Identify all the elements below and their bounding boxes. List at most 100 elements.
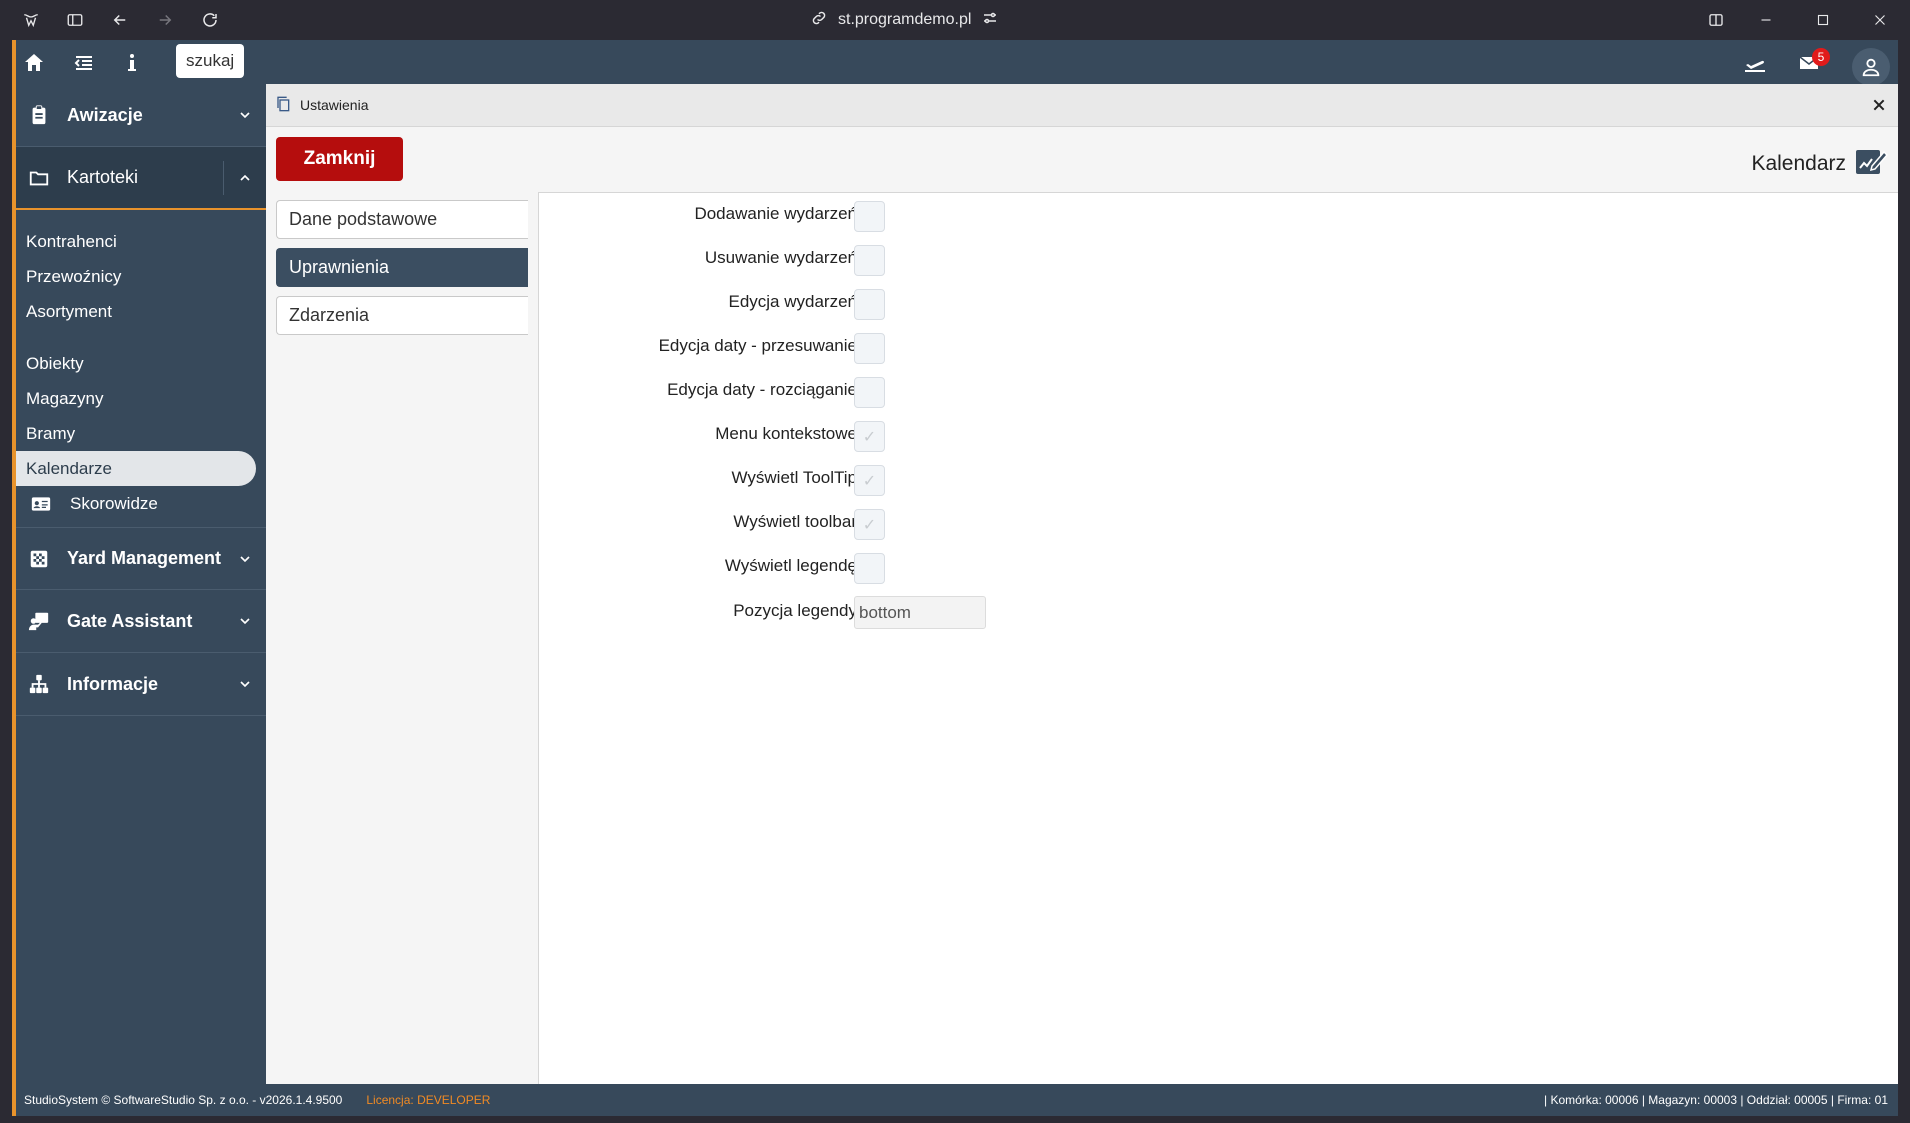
close-icon[interactable] [1868, 94, 1890, 116]
legend-position-field[interactable] [854, 596, 986, 629]
menu-collapse-icon[interactable] [71, 50, 97, 76]
flight-departure-icon[interactable] [1742, 50, 1768, 76]
chevron-down-icon[interactable] [234, 104, 256, 126]
panel-title: Ustawienia [300, 97, 369, 113]
folder-icon [26, 165, 52, 191]
site-settings-icon[interactable] [981, 9, 999, 32]
dodawanie-checkbox[interactable] [854, 201, 885, 232]
mail-icon[interactable]: 5 [1796, 48, 1830, 76]
sidebar-item-bramy[interactable]: Bramy [16, 416, 266, 451]
split-view-icon[interactable] [1704, 8, 1728, 32]
minimize-icon[interactable] [1754, 8, 1778, 32]
home-icon[interactable] [21, 50, 47, 76]
menu-checkbox[interactable]: ✓ [854, 421, 885, 452]
sidebar-section-gate-assistant[interactable]: Gate Assistant [16, 590, 266, 653]
chevron-down-icon[interactable] [234, 610, 256, 632]
info-icon[interactable] [119, 50, 145, 76]
toolbar-checkbox[interactable]: ✓ [854, 509, 885, 540]
field-label: Menu kontekstowe [715, 424, 857, 443]
entity-title-text: Kalendarz [1751, 152, 1846, 175]
form-row: Edycja daty - przesuwanie [539, 329, 1019, 364]
edycja-checkbox[interactable] [854, 289, 885, 320]
sidebar-item-przewoznicy[interactable]: Przewoźnicy [16, 259, 266, 294]
przesuwanie-checkbox[interactable] [854, 333, 885, 364]
address-bar[interactable]: st.programdemo.pl [810, 8, 999, 32]
user-avatar[interactable] [1852, 48, 1890, 86]
browser-logo-icon[interactable] [19, 8, 43, 32]
maximize-icon[interactable] [1811, 8, 1835, 32]
documents-icon [276, 96, 294, 114]
sidebar-section-label: Yard Management [67, 548, 222, 568]
tab-zdarzenia[interactable]: Zdarzenia [276, 296, 528, 335]
field-label: Wyświetl toolbar [733, 512, 857, 531]
field-label: Usuwanie wydarzeń [704, 248, 857, 267]
panel-header: Ustawienia [266, 84, 1898, 127]
window-close-icon[interactable] [1868, 8, 1892, 32]
sidebar-section-yard-management[interactable]: Yard Management [16, 527, 266, 590]
field-label: Dodawanie wydarzeń [694, 204, 857, 223]
field-label: Edycja wydarzeń [728, 292, 857, 311]
calendar-edit-icon [1854, 144, 1889, 184]
close-button[interactable]: Zamknij [276, 137, 403, 181]
tab-dane-podstawowe[interactable]: Dane podstawowe [276, 200, 528, 239]
sidebar-section-informacje[interactable]: Informacje [16, 653, 266, 716]
sidebar-section-label: Informacje [67, 673, 159, 694]
reload-icon[interactable] [198, 8, 222, 32]
mail-count-badge: 5 [1812, 48, 1830, 66]
sitemap-icon [26, 671, 52, 697]
rozciaganie-checkbox[interactable] [854, 377, 885, 408]
form-row: Pozycja legendy [539, 593, 1019, 629]
sidebar-section-kartoteki[interactable]: Kartoteki [16, 147, 266, 210]
chevron-down-icon[interactable] [234, 548, 256, 570]
sidebar-section-label: Awizacje [67, 104, 143, 125]
url-text: st.programdemo.pl [838, 11, 972, 28]
sidebar-item-kontrahenci[interactable]: Kontrahenci [16, 224, 266, 259]
license-label-text: Licencja: [366, 1093, 414, 1107]
search-button[interactable]: szukaj [176, 44, 245, 78]
form-row: Wyświetl ToolTip ✓ [539, 461, 1019, 496]
checkered-grid-icon [26, 546, 52, 572]
id-card-icon [28, 493, 54, 515]
chevron-up-icon[interactable] [234, 167, 256, 189]
field-label: Wyświetl ToolTip [731, 468, 858, 487]
sidebar-item-obiekty[interactable]: Obiekty [16, 346, 266, 381]
usuwanie-checkbox[interactable] [854, 245, 885, 276]
browser-toolbar: st.programdemo.pl [0, 0, 1910, 40]
license-value: DEVELOPER [417, 1093, 491, 1107]
sidebar-item-magazyny[interactable]: Magazyny [16, 381, 266, 416]
form-row: Edycja daty - rozciąganie [539, 373, 1019, 408]
license-label: Licencja: DEVELOPER [366, 1093, 490, 1107]
field-label: Pozycja legendy [733, 601, 857, 620]
context-info: | Komórka: 00006 | Magazyn: 00003 | Oddz… [1544, 1093, 1888, 1107]
main-panel: Ustawienia Zamknij Kalendarz Dane podsta… [266, 84, 1898, 1084]
tab-list: Dane podstawowe Uprawnienia Zdarzenia [276, 200, 528, 344]
chevron-down-icon[interactable] [234, 673, 256, 695]
back-icon[interactable] [108, 8, 132, 32]
field-label: Wyświetl legendę [724, 556, 857, 575]
sidebar-section-label: Gate Assistant [67, 610, 193, 631]
tooltip-checkbox[interactable]: ✓ [854, 465, 885, 496]
legenda-checkbox[interactable] [854, 553, 885, 584]
status-bar: StudioSystem © SoftwareStudio Sp. z o.o.… [16, 1084, 1898, 1116]
presenter-icon [26, 608, 52, 634]
entity-title: Kalendarz [1751, 144, 1889, 184]
form-row: Usuwanie wydarzeń [539, 241, 1019, 276]
permissions-form: Dodawanie wydarzeń Usuwanie wydarzeń Edy… [538, 192, 1898, 1084]
form-row: Dodawanie wydarzeń [539, 197, 1019, 232]
sidebar-section-awizacje[interactable]: Awizacje [16, 84, 266, 147]
forward-icon[interactable] [153, 8, 177, 32]
sidebar-submenu: Kontrahenci Przewoźnicy Asortyment Obiek… [16, 210, 266, 527]
link-icon [810, 9, 828, 32]
sidebar-toggle-icon[interactable] [63, 8, 87, 32]
sidebar-item-kalendarze[interactable]: Kalendarze [16, 451, 256, 486]
app-toolbar: szukaj 5 [16, 40, 1898, 86]
sidebar-item-asortyment[interactable]: Asortyment [16, 294, 266, 329]
form-row: Wyświetl toolbar ✓ [539, 505, 1019, 540]
sidebar-item-skorowidze[interactable]: Skorowidze [16, 486, 266, 521]
field-label: Edycja daty - rozciąganie [667, 380, 857, 399]
tab-uprawnienia[interactable]: Uprawnienia [276, 248, 528, 287]
sidebar-section-label: Kartoteki [67, 167, 139, 187]
form-row: Edycja wydarzeń [539, 285, 1019, 320]
sidebar: Awizacje Kartoteki Kontrahenci Przewoźni… [16, 84, 266, 1084]
